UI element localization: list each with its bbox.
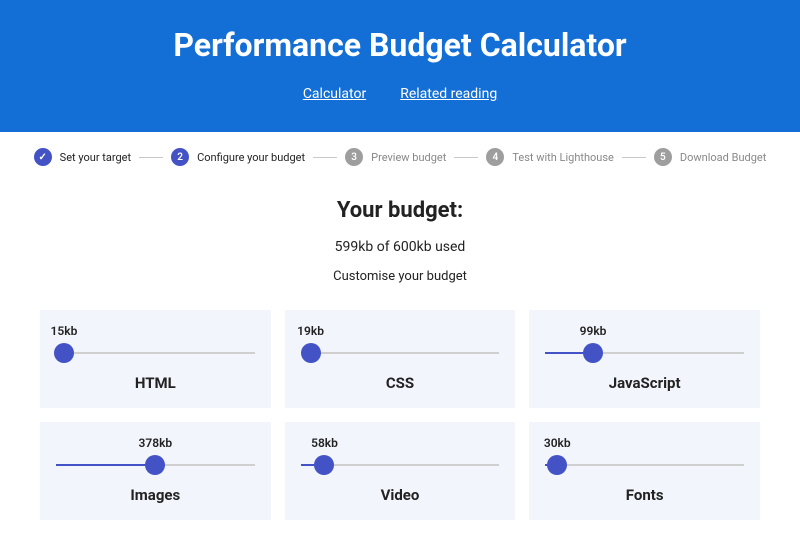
budget-slider[interactable] [301, 454, 500, 476]
step-label: Preview budget [371, 151, 446, 164]
slider-rail [56, 352, 255, 354]
step-2[interactable]: 2 Configure your budget [171, 148, 305, 166]
hero-nav: Calculator Related reading [0, 86, 800, 102]
slider-thumb[interactable] [301, 343, 321, 363]
hero: Performance Budget Calculator Calculator… [0, 0, 800, 132]
slider-value: 58kb [301, 436, 500, 450]
slider-value: 30kb [545, 436, 744, 450]
budget-card: 19kb CSS [285, 310, 516, 408]
step-label: Configure your budget [197, 151, 305, 164]
budget-slider[interactable] [56, 454, 255, 476]
budget-card: 378kb Images [40, 422, 271, 520]
main-content: Your budget: 599kb of 600kb used Customi… [0, 174, 800, 540]
step-label: Set your target [60, 151, 131, 164]
stepper: ✓ Set your target 2 Configure your budge… [0, 132, 800, 174]
slider-thumb[interactable] [314, 455, 334, 475]
slider-value: 99kb [545, 324, 744, 338]
slider-value-label: 99kb [580, 324, 607, 338]
step-label: Test with Lighthouse [512, 151, 614, 164]
budget-card-title: CSS [301, 374, 500, 392]
slider-thumb[interactable] [583, 343, 603, 363]
step-1[interactable]: ✓ Set your target [34, 148, 131, 166]
budget-slider[interactable] [301, 342, 500, 364]
slider-rail [545, 464, 744, 466]
budget-cards: 15kb HTML 19kb CSS 99kb JavaScript 378kb Images… [0, 310, 800, 540]
budget-card-title: HTML [56, 374, 255, 392]
step-connector [622, 157, 646, 158]
slider-value: 15kb [56, 324, 255, 338]
step-number-icon: 4 [486, 148, 504, 166]
step-connector [139, 157, 163, 158]
step-label: Download Budget [680, 151, 766, 164]
budget-heading: Your budget: [0, 198, 800, 223]
budget-card: 30kb Fonts [529, 422, 760, 520]
budget-card-title: JavaScript [545, 374, 744, 392]
slider-fill [56, 464, 155, 466]
step-number-icon: 2 [171, 148, 189, 166]
budget-slider[interactable] [56, 342, 255, 364]
check-icon: ✓ [34, 148, 52, 166]
slider-thumb[interactable] [145, 455, 165, 475]
budget-card-title: Fonts [545, 486, 744, 504]
step-5[interactable]: 5 Download Budget [654, 148, 766, 166]
budget-card-title: Images [56, 486, 255, 504]
step-3[interactable]: 3 Preview budget [345, 148, 446, 166]
step-connector [454, 157, 478, 158]
slider-value-label: 15kb [51, 324, 78, 338]
budget-card: 58kb Video [285, 422, 516, 520]
step-number-icon: 3 [345, 148, 363, 166]
step-number-icon: 5 [654, 148, 672, 166]
budget-hint: Customise your budget [0, 269, 800, 284]
step-4[interactable]: 4 Test with Lighthouse [486, 148, 614, 166]
slider-value: 378kb [56, 436, 255, 450]
budget-card: 15kb HTML [40, 310, 271, 408]
slider-value-label: 378kb [139, 436, 173, 450]
slider-thumb[interactable] [547, 455, 567, 475]
budget-usage: 599kb of 600kb used [0, 239, 800, 255]
slider-rail [301, 352, 500, 354]
budget-slider[interactable] [545, 342, 744, 364]
step-connector [313, 157, 337, 158]
slider-value-label: 58kb [311, 436, 338, 450]
page-title: Performance Budget Calculator [0, 26, 800, 64]
budget-card: 99kb JavaScript [529, 310, 760, 408]
nav-calculator[interactable]: Calculator [303, 86, 366, 102]
budget-card-title: Video [301, 486, 500, 504]
budget-slider[interactable] [545, 454, 744, 476]
nav-related-reading[interactable]: Related reading [400, 86, 497, 102]
slider-value: 19kb [301, 324, 500, 338]
slider-value-label: 30kb [544, 436, 571, 450]
slider-value-label: 19kb [297, 324, 324, 338]
slider-thumb[interactable] [54, 343, 74, 363]
